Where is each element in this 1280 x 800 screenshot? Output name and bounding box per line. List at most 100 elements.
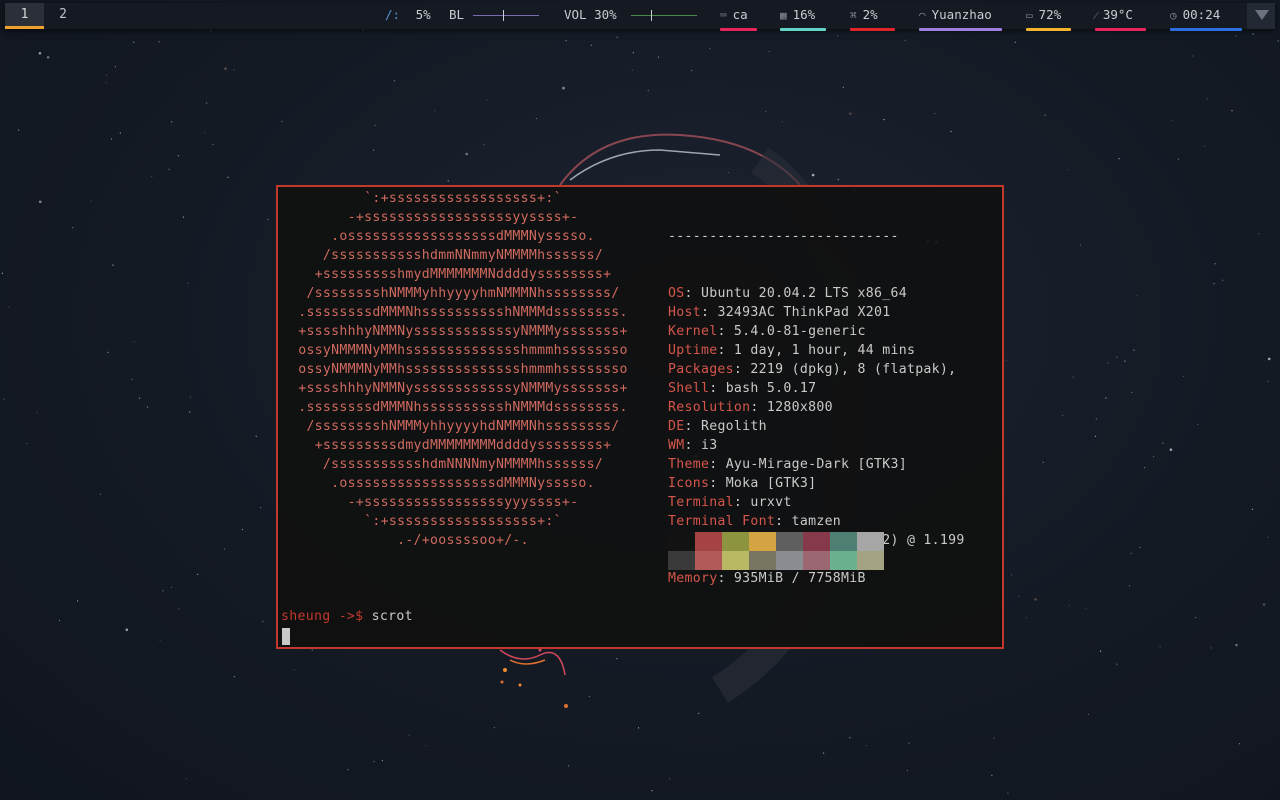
memory-usage-module: ⌘ 2% — [850, 3, 895, 31]
info-key: Memory — [668, 571, 718, 586]
logo-line: .-/+oossssoo+/-. — [397, 533, 529, 548]
backlight-slider-knob[interactable] — [502, 10, 504, 21]
info-value: Regolith — [700, 419, 767, 434]
palette-swatch — [776, 551, 803, 570]
palette-swatch — [695, 532, 722, 551]
palette-swatch — [722, 532, 749, 551]
keyboard-underline — [720, 28, 757, 31]
logo-line: +sssshhhyNMMNyssssssssssssyNMMMysssssss+ — [298, 381, 628, 396]
logo-line: ossyNMMMNyMMhsssssssssssssshmmmhssssssso — [298, 343, 628, 358]
palette-swatch — [830, 551, 857, 570]
info-key: Icons — [668, 476, 710, 491]
keyboard-layout-module[interactable]: ⌨ ca — [720, 3, 757, 31]
logo-line: .ssssssssdMMMNhsssssssssshNMMMdssssssss. — [298, 400, 628, 415]
info-value: Ayu-Mirage-Dark [GTK3] — [725, 457, 907, 472]
clock-value: 00:24 — [1182, 7, 1221, 22]
info-value: 1280x800 — [766, 400, 833, 415]
workspace-2-button[interactable]: 2 — [44, 3, 82, 29]
terminal-cursor — [282, 628, 290, 645]
clock-module[interactable]: ◷ 00:24 — [1170, 3, 1242, 31]
palette-swatch — [668, 532, 695, 551]
info-separator: ---------------------------- — [668, 229, 899, 244]
battery-module: ▭ 72% — [1026, 3, 1071, 31]
info-value: tamzen — [791, 514, 842, 529]
logo-line: .ssssssssdMMMNhsssssssssshNMMMdssssssss. — [298, 305, 628, 320]
cpu-chip-icon: ▦ — [780, 9, 787, 22]
logo-line: -+ssssssssssssssssssyyssss+- — [347, 210, 579, 225]
disk-usage-module: /: 5% — [385, 3, 431, 29]
disk-usage-value: 5% — [415, 7, 431, 22]
wifi-signal-icon — [1255, 10, 1269, 20]
cpu-usage-module: ▦ 16% — [780, 3, 826, 31]
info-row: OS: Ubuntu 20.04.2 LTS x86_64 — [668, 286, 907, 301]
keyboard-icon: ⌨ — [720, 9, 727, 22]
palette-swatch — [857, 551, 884, 570]
keyboard-layout-value: ca — [732, 7, 748, 22]
temperature-module: ⁄ 39°C — [1095, 3, 1146, 31]
logo-line: .ossssssssssssssssssdMMMNysssso. — [331, 476, 595, 491]
logo-line: /sssssssshNMMMyhhyyyyhdNMMMNhssssssss/ — [306, 419, 620, 434]
logo-line: ossyNMMMNyMMhsssssssssssssshmmmhssssssso — [298, 362, 628, 377]
info-row: Memory: 935MiB / 7758MiB — [668, 571, 866, 586]
info-value: 32493AC ThinkPad X201 — [717, 305, 891, 320]
info-key: Kernel — [668, 324, 718, 339]
thermometer-icon: ⁄ — [1095, 9, 1097, 22]
info-row: Kernel: 5.4.0-81-generic — [668, 324, 866, 339]
battery-underline — [1026, 28, 1071, 31]
shell-prompt-line: sheung ->$ scrot — [281, 607, 413, 626]
info-key: Shell — [668, 381, 710, 396]
battery-icon: ▭ — [1026, 9, 1033, 22]
volume-slider-knob[interactable] — [650, 10, 652, 21]
info-key: OS — [668, 286, 685, 301]
info-key: Resolution — [668, 400, 751, 415]
info-value: Moka [GTK3] — [725, 476, 817, 491]
temperature-value: 39°C — [1102, 7, 1133, 22]
cpu-underline — [780, 28, 826, 31]
wifi-icon: ◠ — [919, 9, 926, 22]
logo-line: /sssssssshNMMMyhhyyyyhmNMMMNhssssssss/ — [306, 286, 620, 301]
info-value: urxvt — [750, 495, 792, 510]
palette-swatch — [695, 551, 722, 570]
info-key: DE — [668, 419, 685, 434]
info-key: Packages — [668, 362, 734, 377]
backlight-label: BL — [449, 7, 465, 22]
info-value: 2219 (dpkg), 8 (flatpak), — [750, 362, 957, 377]
battery-value: 72% — [1038, 7, 1062, 22]
backlight-slider[interactable] — [473, 10, 539, 21]
info-value: 935MiB / 7758MiB — [733, 571, 866, 586]
wifi-network-module[interactable]: ◠ Yuanzhao — [919, 3, 1002, 31]
info-value: i3 — [700, 438, 718, 453]
logo-line: +sssssssssdmydMMMMMMMMddddyssssssss+ — [314, 438, 612, 453]
palette-row — [668, 532, 884, 551]
memory-usage-value: 2% — [862, 7, 878, 22]
slash-icon: /: — [385, 7, 401, 22]
info-row: Uptime: 1 day, 1 hour, 44 mins — [668, 343, 916, 358]
cpu-usage-value: 16% — [792, 7, 816, 22]
info-row: Packages: 2219 (dpkg), 8 (flatpak), — [668, 362, 957, 377]
volume-label: VOL — [564, 7, 587, 22]
palette-swatch — [830, 532, 857, 551]
info-key: Theme — [668, 457, 710, 472]
logo-line: /ssssssssssshdmmNNmmyNMMMMhssssss/ — [322, 248, 604, 263]
info-value: 5.4.0-81-generic — [733, 324, 866, 339]
temperature-underline — [1095, 28, 1146, 31]
info-row: Terminal: urxvt — [668, 495, 792, 510]
info-row: Icons: Moka [GTK3] — [668, 476, 817, 491]
info-row: DE: Regolith — [668, 419, 767, 434]
info-key: WM — [668, 438, 685, 453]
volume-slider[interactable] — [631, 10, 697, 21]
status-bar: 1 2 /: 5% BL VOL 30% ⌨ ca ▦ 16% ⌘ 2% ◠ Yuanz… — [5, 3, 1275, 31]
info-row: Shell: bash 5.0.17 — [668, 381, 817, 396]
logo-line: `:+ssssssssssssssssss+:` — [364, 514, 562, 529]
system-tray[interactable] — [1247, 3, 1275, 29]
palette-swatch — [803, 532, 830, 551]
clock-underline — [1170, 28, 1242, 31]
prompt-user: sheung — [281, 609, 331, 624]
color-palette — [668, 532, 884, 570]
terminal-window[interactable]: `:+ssssssssssssssssss+:` -+ssssssssssssss… — [276, 185, 1004, 649]
info-row: Terminal Font: tamzen — [668, 514, 842, 529]
ubuntu-ascii-logo: `:+ssssssssssssssssss+:` -+ssssssssssssss… — [280, 189, 646, 550]
workspace-1-button[interactable]: 1 — [5, 3, 44, 29]
info-key: Uptime — [668, 343, 718, 358]
logo-line: +ssssssssshmydMMMMMMMNddddyssssssss+ — [314, 267, 612, 282]
